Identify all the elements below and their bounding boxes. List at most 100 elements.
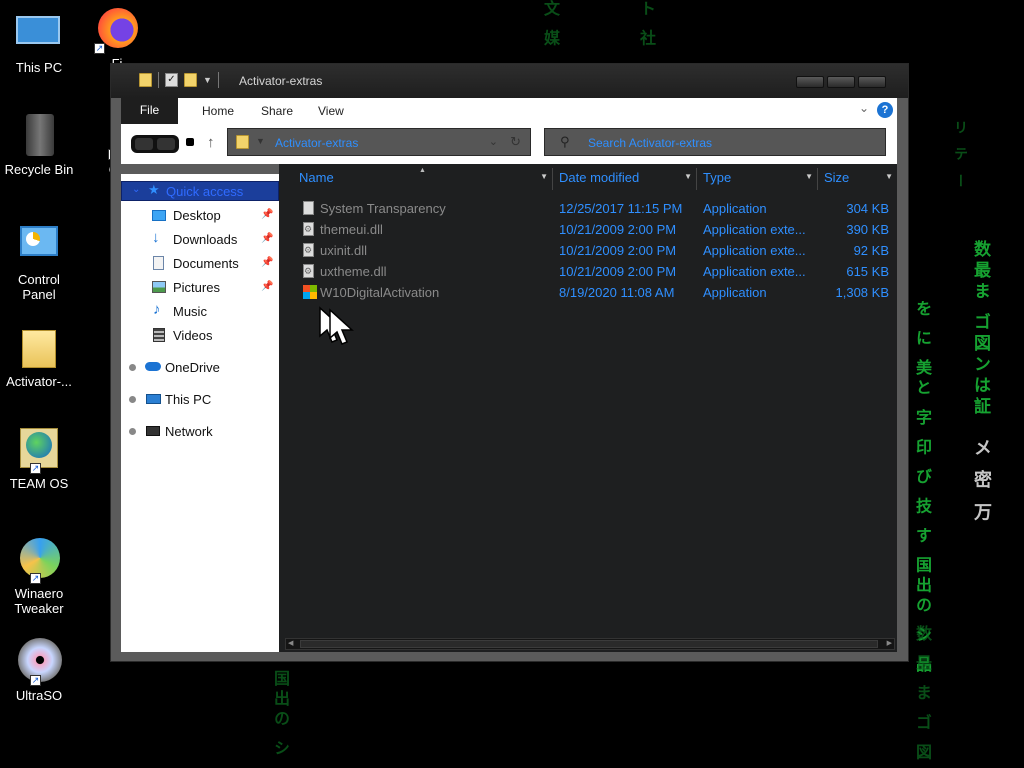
expand-ribbon-chevron-icon[interactable]: ⌄ xyxy=(859,101,869,115)
desktop-icon-team-os[interactable]: ↗ TEAM OS xyxy=(0,426,78,491)
desktop-icon-ultraso[interactable]: ↗ UltraSO xyxy=(0,638,78,703)
sidebar-item-downloads[interactable]: ↓ Downloads 📌 xyxy=(121,229,279,250)
file-list: ▲ Name ▼ Date modified ▼ Type ▼ Size ▼ S… xyxy=(279,164,897,652)
sidebar-item-documents[interactable]: Documents 📌 xyxy=(121,254,279,274)
scroll-right-icon[interactable]: ▶ xyxy=(887,639,892,649)
desktop-icon-this-pc[interactable]: This PC xyxy=(0,10,78,75)
sidebar-item-label: Desktop xyxy=(173,208,221,223)
control-panel-icon xyxy=(16,222,62,268)
chevron-down-icon[interactable]: ▼ xyxy=(256,136,265,146)
sidebar-item-label: OneDrive xyxy=(165,360,220,375)
address-dropdown-icon[interactable]: ⌄ xyxy=(489,135,498,148)
maximize-button[interactable] xyxy=(827,76,855,88)
properties-icon[interactable]: ✓ xyxy=(165,73,178,87)
matrix-text: ト 社 xyxy=(637,0,656,50)
address-path[interactable]: Activator-extras xyxy=(275,136,358,150)
expand-dot-icon[interactable] xyxy=(129,396,136,403)
app-icon xyxy=(303,201,314,215)
sidebar-item-label: Network xyxy=(165,424,213,439)
file-row[interactable]: uxinit.dll 10/21/2009 2:00 PM Applicatio… xyxy=(279,240,897,261)
sidebar-item-quick-access[interactable]: ⌄ ★ Quick access xyxy=(121,181,279,201)
refresh-icon[interactable]: ↻ xyxy=(510,134,521,150)
file-row[interactable]: W10DigitalActivation 8/19/2020 11:08 AM … xyxy=(279,282,897,303)
column-header-label: Date modified xyxy=(559,170,640,185)
pin-icon[interactable]: 📌 xyxy=(261,257,273,268)
file-date: 10/21/2009 2:00 PM xyxy=(559,222,677,237)
file-row[interactable]: uxtheme.dll 10/21/2009 2:00 PM Applicati… xyxy=(279,261,897,282)
scroll-left-icon[interactable]: ◀ xyxy=(288,639,293,649)
file-name: themeui.dll xyxy=(320,222,383,237)
pin-icon[interactable]: 📌 xyxy=(261,233,273,244)
sidebar-item-label: Music xyxy=(173,304,207,319)
tab-view[interactable]: View xyxy=(318,104,344,118)
customize-toolbar-chevron-icon[interactable]: ▼ xyxy=(203,75,212,85)
desktop-icon-activator[interactable]: Activator-... xyxy=(0,324,78,389)
column-header-name[interactable]: ▲ Name ▼ xyxy=(279,167,553,190)
search-box[interactable]: ⚲ Search Activator-extras xyxy=(544,128,886,156)
tab-share[interactable]: Share xyxy=(261,104,293,118)
tab-file[interactable]: File xyxy=(121,98,178,124)
desktop-icon-control-panel[interactable]: Control Panel xyxy=(0,222,78,302)
desktop-icon xyxy=(152,210,166,221)
matrix-text: を に 美と 字 印 び 技 す 国出の シ 品 xyxy=(913,300,932,676)
file-row[interactable]: System Transparency 12/25/2017 11:15 PM … xyxy=(279,198,897,219)
file-type: Application exte... xyxy=(703,264,806,279)
column-header-label: Type xyxy=(703,170,732,185)
windows-logo-icon xyxy=(303,285,317,299)
desktop-icon-recycle-bin[interactable]: Recycle Bin xyxy=(0,112,78,177)
scrollbar-thumb[interactable] xyxy=(300,640,878,648)
expand-dot-icon[interactable] xyxy=(129,364,136,371)
file-type: Application exte... xyxy=(703,222,806,237)
file-row[interactable]: themeui.dll 10/21/2009 2:00 PM Applicati… xyxy=(279,219,897,240)
back-button[interactable] xyxy=(135,138,153,150)
desktop-icon-firefox[interactable]: ↗ Fi xyxy=(78,6,156,71)
chevron-down-icon[interactable]: ⌄ xyxy=(132,184,140,195)
sidebar-item-desktop[interactable]: Desktop 📌 xyxy=(121,206,279,226)
network-icon xyxy=(146,426,160,436)
back-forward-buttons[interactable] xyxy=(131,135,179,153)
column-header-type[interactable]: Type ▼ xyxy=(697,168,818,190)
window-title: Activator-extras xyxy=(239,74,323,88)
new-folder-icon[interactable] xyxy=(184,73,197,87)
address-bar[interactable]: ▼ Activator-extras ⌄ ↻ xyxy=(227,128,531,156)
sidebar-item-onedrive[interactable]: OneDrive xyxy=(121,358,279,378)
desktop-icon-label: TEAM OS xyxy=(9,476,69,491)
monitor-icon xyxy=(146,394,161,404)
up-arrow-icon[interactable]: ↑ xyxy=(207,134,215,151)
expand-dot-icon[interactable] xyxy=(129,428,136,435)
matrix-text: 国出の シ xyxy=(271,670,290,760)
picture-icon xyxy=(152,281,166,293)
sidebar-item-label: Videos xyxy=(173,328,213,343)
desktop-icon-label: UltraSO xyxy=(15,688,63,703)
chevron-down-icon[interactable]: ▼ xyxy=(540,172,548,181)
file-date: 8/19/2020 11:08 AM xyxy=(559,285,675,300)
sidebar-item-this-pc[interactable]: This PC xyxy=(121,390,279,410)
help-button[interactable]: ? xyxy=(877,102,893,118)
sidebar-item-videos[interactable]: Videos xyxy=(121,326,279,346)
desktop-icon-winaero-tweaker[interactable]: ↗ Winaero Tweaker xyxy=(0,536,78,616)
sidebar-item-label: Downloads xyxy=(173,232,238,247)
pin-icon[interactable]: 📌 xyxy=(261,281,273,292)
tab-home[interactable]: Home xyxy=(202,104,234,118)
sidebar-item-pictures[interactable]: Pictures 📌 xyxy=(121,278,279,298)
pin-icon[interactable]: 📌 xyxy=(261,209,273,220)
sidebar-item-music[interactable]: ♪ Music xyxy=(121,301,279,322)
column-header-size[interactable]: Size ▼ xyxy=(818,168,897,190)
close-button[interactable] xyxy=(858,76,886,88)
column-header-label: Size xyxy=(824,170,850,185)
chevron-down-icon[interactable]: ▼ xyxy=(805,172,813,181)
file-date: 12/25/2017 11:15 PM xyxy=(559,201,683,216)
chevron-down-icon[interactable]: ▼ xyxy=(684,172,692,181)
title-bar: ✓ ▼ Activator-extras xyxy=(111,64,908,98)
horizontal-scrollbar[interactable]: ◀ ▶ xyxy=(285,638,895,650)
desktop-icon-label: Activator-... xyxy=(6,374,72,389)
file-size: 390 KB xyxy=(846,222,889,237)
minimize-button[interactable] xyxy=(796,76,824,88)
column-header-date[interactable]: Date modified ▼ xyxy=(553,168,697,190)
chevron-down-icon[interactable]: ▼ xyxy=(885,172,893,181)
firefox-icon: ↗ xyxy=(94,6,140,54)
forward-button[interactable] xyxy=(157,138,175,150)
dll-icon xyxy=(303,222,314,236)
recent-locations-button[interactable] xyxy=(186,138,194,146)
sidebar-item-network[interactable]: Network xyxy=(121,422,279,442)
